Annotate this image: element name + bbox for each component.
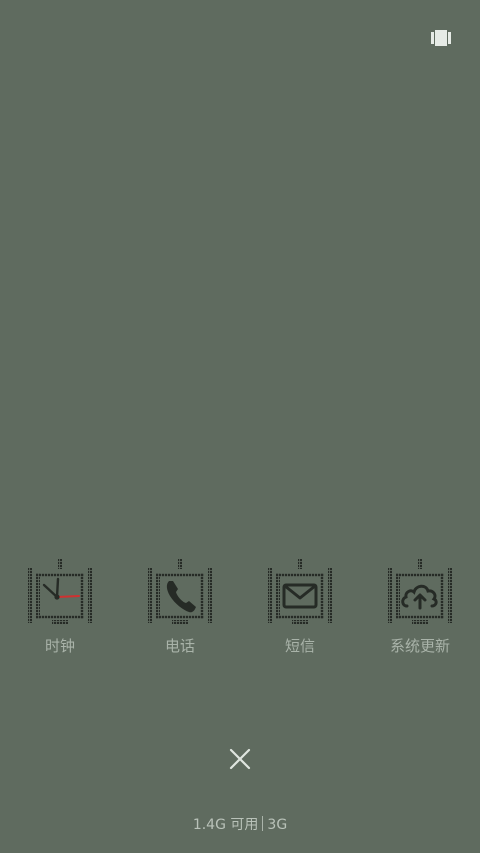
close-icon: [229, 748, 251, 770]
message-icon: [268, 559, 332, 624]
app-label-clock: 时钟: [44, 637, 75, 655]
close-button[interactable]: [226, 745, 254, 773]
footer-divider: [262, 816, 264, 831]
app-phone[interactable]: 电话: [125, 559, 235, 659]
app-label-phone: 电话: [164, 637, 195, 655]
network-type: 3G: [267, 817, 288, 833]
memory-status: 1.4G 可用 3G: [0, 816, 480, 834]
app-messages[interactable]: 短信: [245, 559, 355, 659]
available-memory: 1.4G 可用: [192, 817, 259, 833]
clock-icon: [28, 559, 92, 624]
app-label-messages: 短信: [284, 637, 315, 655]
app-label-system-update: 系统更新: [389, 637, 450, 655]
app-shortcuts: 时钟 电话 短信 系统更新: [0, 559, 480, 659]
recent-apps-icon[interactable]: [431, 30, 451, 46]
app-system-update[interactable]: 系统更新: [365, 559, 475, 659]
phone-icon: [148, 559, 212, 624]
cloud-upload-icon: [388, 559, 452, 624]
app-clock[interactable]: 时钟: [5, 559, 115, 659]
